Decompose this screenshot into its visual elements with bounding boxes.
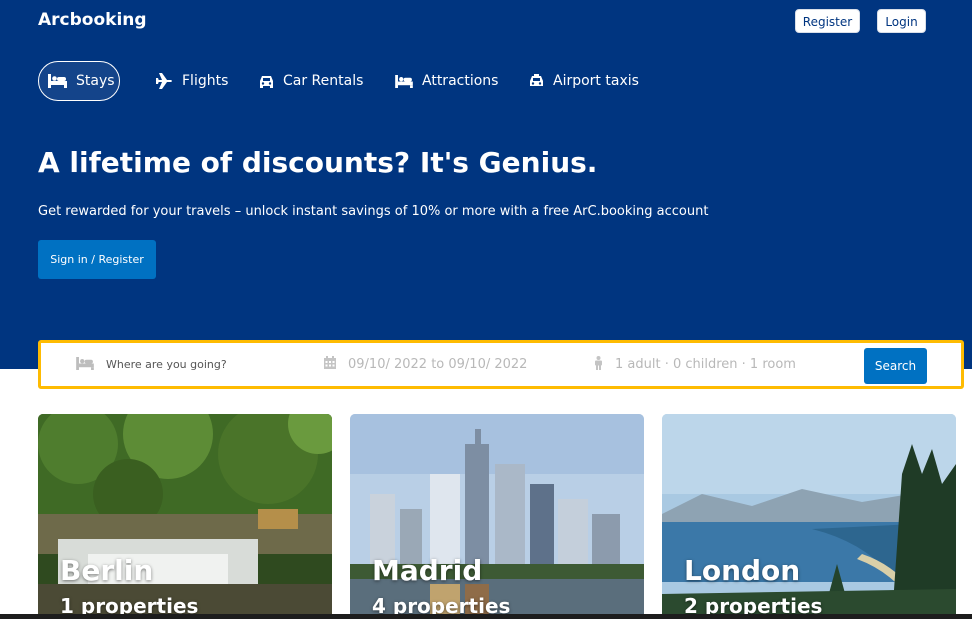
- destination-input[interactable]: Where are you going?: [106, 358, 227, 371]
- search-bar: Where are you going? 09/10/ 2022 to 09/1…: [38, 340, 964, 389]
- tab-attractions-label: Attractions: [422, 73, 499, 89]
- bottom-divider: [0, 614, 972, 619]
- tab-stays-label: Stays: [76, 73, 115, 89]
- date-range-value: 09/10/ 2022 to 09/10/ 2022: [348, 357, 528, 372]
- destination-card-london[interactable]: London 2 properties: [662, 414, 956, 619]
- search-button[interactable]: Search: [864, 348, 927, 384]
- madrid-photo: [350, 414, 644, 619]
- person-icon: [594, 355, 603, 374]
- tab-airport-taxis-label: Airport taxis: [553, 73, 639, 89]
- signin-register-button[interactable]: Sign in / Register: [38, 240, 156, 279]
- bed-icon: [76, 356, 94, 373]
- tab-car-rentals-label: Car Rentals: [283, 73, 364, 89]
- login-button[interactable]: Login: [877, 9, 926, 33]
- hero-banner: Arcbooking Register Login Stays Flights …: [0, 0, 972, 369]
- tab-flights-label: Flights: [182, 73, 229, 89]
- brand-logo[interactable]: Arcbooking: [38, 10, 147, 30]
- guests-value: 1 adult · 0 children · 1 room: [615, 357, 796, 372]
- card-city-name: Madrid: [372, 554, 483, 587]
- date-range-field[interactable]: 09/10/ 2022 to 09/10/ 2022: [324, 343, 527, 386]
- card-city-name: London: [684, 554, 801, 587]
- taxi-icon: [529, 74, 544, 88]
- plane-icon: [156, 73, 173, 89]
- register-button[interactable]: Register: [795, 9, 860, 33]
- bed-icon: [48, 74, 67, 88]
- tab-car-rentals[interactable]: Car Rentals: [259, 61, 363, 101]
- tab-attractions[interactable]: Attractions: [395, 61, 498, 101]
- car-icon: [259, 75, 274, 88]
- card-city-name: Berlin: [60, 554, 154, 587]
- destination-card-madrid[interactable]: Madrid 4 properties: [350, 414, 644, 619]
- bed-icon: [395, 74, 413, 88]
- destination-field[interactable]: Where are you going?: [76, 343, 227, 386]
- hero-subtext: Get rewarded for your travels – unlock i…: [38, 204, 709, 219]
- tab-airport-taxis[interactable]: Airport taxis: [529, 61, 639, 101]
- tab-flights[interactable]: Flights: [156, 61, 228, 101]
- guests-field[interactable]: 1 adult · 0 children · 1 room: [594, 343, 796, 386]
- calendar-icon: [324, 356, 336, 373]
- london-photo: [662, 414, 956, 619]
- page-title: A lifetime of discounts? It's Genius.: [38, 146, 598, 179]
- berlin-photo: [38, 414, 332, 619]
- destination-card-berlin[interactable]: Berlin 1 properties: [38, 414, 332, 619]
- tab-stays[interactable]: Stays: [38, 61, 120, 101]
